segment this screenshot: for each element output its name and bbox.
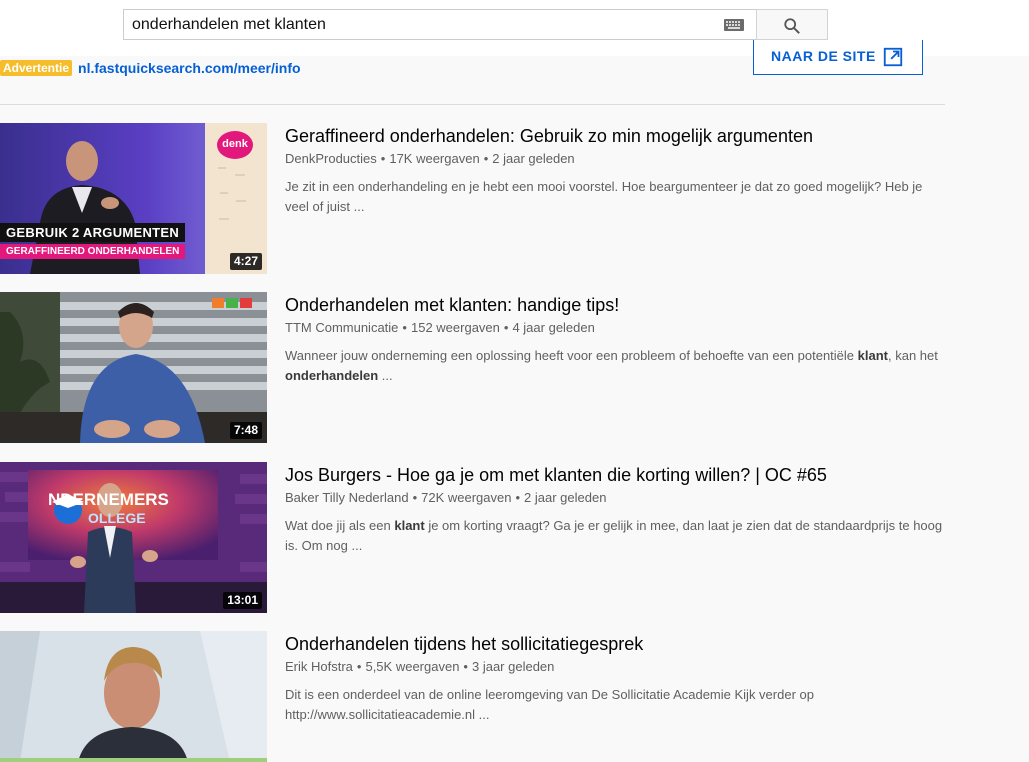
video-description: Je zit in een onderhandeling en je hebt … <box>285 177 945 217</box>
meta-separator: • <box>515 490 521 505</box>
upload-age: 2 jaar geleden <box>492 151 575 166</box>
open-external-icon <box>883 47 903 67</box>
channel-name[interactable]: Baker Tilly Nederland <box>285 490 409 505</box>
video-result: 7:48 Onderhandelen met klanten: handige … <box>0 292 945 444</box>
ad-row: Advertentie nl.fastquicksearch.com/meer/… <box>0 58 301 78</box>
video-duration: 4:27 <box>229 253 262 270</box>
search-icon <box>784 18 800 34</box>
video-title[interactable]: Geraffineerd onderhandelen: Gebruik zo m… <box>285 126 813 147</box>
visit-site-button[interactable]: NAAR DE SITE <box>753 40 923 75</box>
description-text: Je zit in een onderhandeling en je hebt … <box>285 179 923 214</box>
video-meta: DenkProducties • 17K weergaven • 2 jaar gele… <box>285 151 575 166</box>
video-meta: Baker Tilly Nederland • 72K weergaven • 2 ja… <box>285 490 606 505</box>
description-text: Wat doe jij als een <box>285 518 395 533</box>
ad-url-link[interactable]: nl.fastquicksearch.com/meer/info <box>78 60 301 76</box>
upload-age: 3 jaar geleden <box>471 659 555 674</box>
video-thumbnail[interactable]: denk GEBRUIK 2 ARGUMENTEN GERAFFINEERD O… <box>0 123 267 274</box>
channel-name[interactable]: DenkProducties <box>285 151 377 166</box>
upload-age: 2 jaar geleden <box>524 490 607 505</box>
video-thumbnail[interactable]: 7:48 <box>0 292 267 443</box>
thumbnail-logo-line: OLLEGE <box>88 510 146 526</box>
video-result: Onderhandelen tijdens het sollicitatiege… <box>0 631 945 762</box>
meta-separator: • <box>463 659 468 674</box>
thumbnail-image <box>0 462 267 613</box>
description-text: Dit is een onderdeel van de online leero… <box>285 687 814 722</box>
video-title[interactable]: Onderhandelen met klanten: handige tips! <box>285 295 619 316</box>
meta-separator: • <box>412 490 418 505</box>
view-count: 17K weergaven <box>389 151 480 166</box>
view-count: 152 weergaven <box>410 320 500 335</box>
video-description: Wat doe jij als een klant je om korting … <box>285 516 945 556</box>
video-meta: TTM Communicatie • 152 weergaven • 4 jaar ge… <box>285 320 595 335</box>
video-thumbnail[interactable]: NDERNEMERS OLLEGE 13:01 <box>0 462 267 613</box>
video-result: NDERNEMERS OLLEGE 13:01 Jos Burgers - Ho… <box>0 462 945 614</box>
description-highlight: klant <box>394 518 425 533</box>
video-title[interactable]: Onderhandelen tijdens het sollicitatiege… <box>285 634 643 655</box>
search-input[interactable] <box>132 10 712 39</box>
meta-separator: • <box>380 151 386 166</box>
video-description: Dit is een onderdeel van de online leero… <box>285 685 945 725</box>
video-title[interactable]: Jos Burgers - Hoe ga je om met klanten d… <box>285 465 827 486</box>
thumbnail-subcaption: GERAFFINEERD ONDERHANDELEN <box>0 244 186 259</box>
thumbnail-image <box>0 631 267 762</box>
upload-age: 4 jaar geleden <box>512 320 595 335</box>
meta-separator: • <box>503 320 509 335</box>
video-duration: 7:48 <box>229 422 262 439</box>
view-count: 5,5K weergaven <box>365 659 460 674</box>
description-highlight: klant <box>857 348 888 363</box>
thumbnail-caption: GEBRUIK 2 ARGUMENTEN <box>0 223 186 242</box>
denk-logo: denk <box>217 131 253 159</box>
description-text: ... <box>378 368 393 383</box>
channel-name[interactable]: Erik Hofstra <box>285 659 353 674</box>
search-button[interactable] <box>756 9 828 40</box>
thumbnail-logo-line: NDERNEMERS <box>48 490 169 509</box>
view-count: 72K weergaven <box>421 490 512 505</box>
visit-site-label: NAAR DE SITE <box>771 48 876 64</box>
thumbnail-logo: NDERNEMERS OLLEGE <box>48 490 169 526</box>
video-result: denk GEBRUIK 2 ARGUMENTEN GERAFFINEERD O… <box>0 123 945 275</box>
description-text: Wanneer jouw onderneming een oplossing h… <box>285 348 858 363</box>
channel-name[interactable]: TTM Communicatie <box>285 320 398 335</box>
video-duration: 13:01 <box>223 592 262 609</box>
divider <box>0 104 945 105</box>
keyboard-icon[interactable] <box>724 19 744 31</box>
thumbnail-image <box>0 292 267 443</box>
search-box <box>123 9 756 40</box>
video-description: Wanneer jouw onderneming een oplossing h… <box>285 346 945 386</box>
meta-separator: • <box>483 151 489 166</box>
description-highlight: onderhandelen <box>285 368 379 383</box>
meta-separator: • <box>356 659 362 674</box>
meta-separator: • <box>402 320 407 335</box>
video-meta: Erik Hofstra • 5,5K weergaven • 3 jaar geled… <box>285 659 554 674</box>
ad-badge: Advertentie <box>0 60 73 76</box>
video-thumbnail[interactable] <box>0 631 267 762</box>
description-text: , kan het <box>887 348 938 363</box>
